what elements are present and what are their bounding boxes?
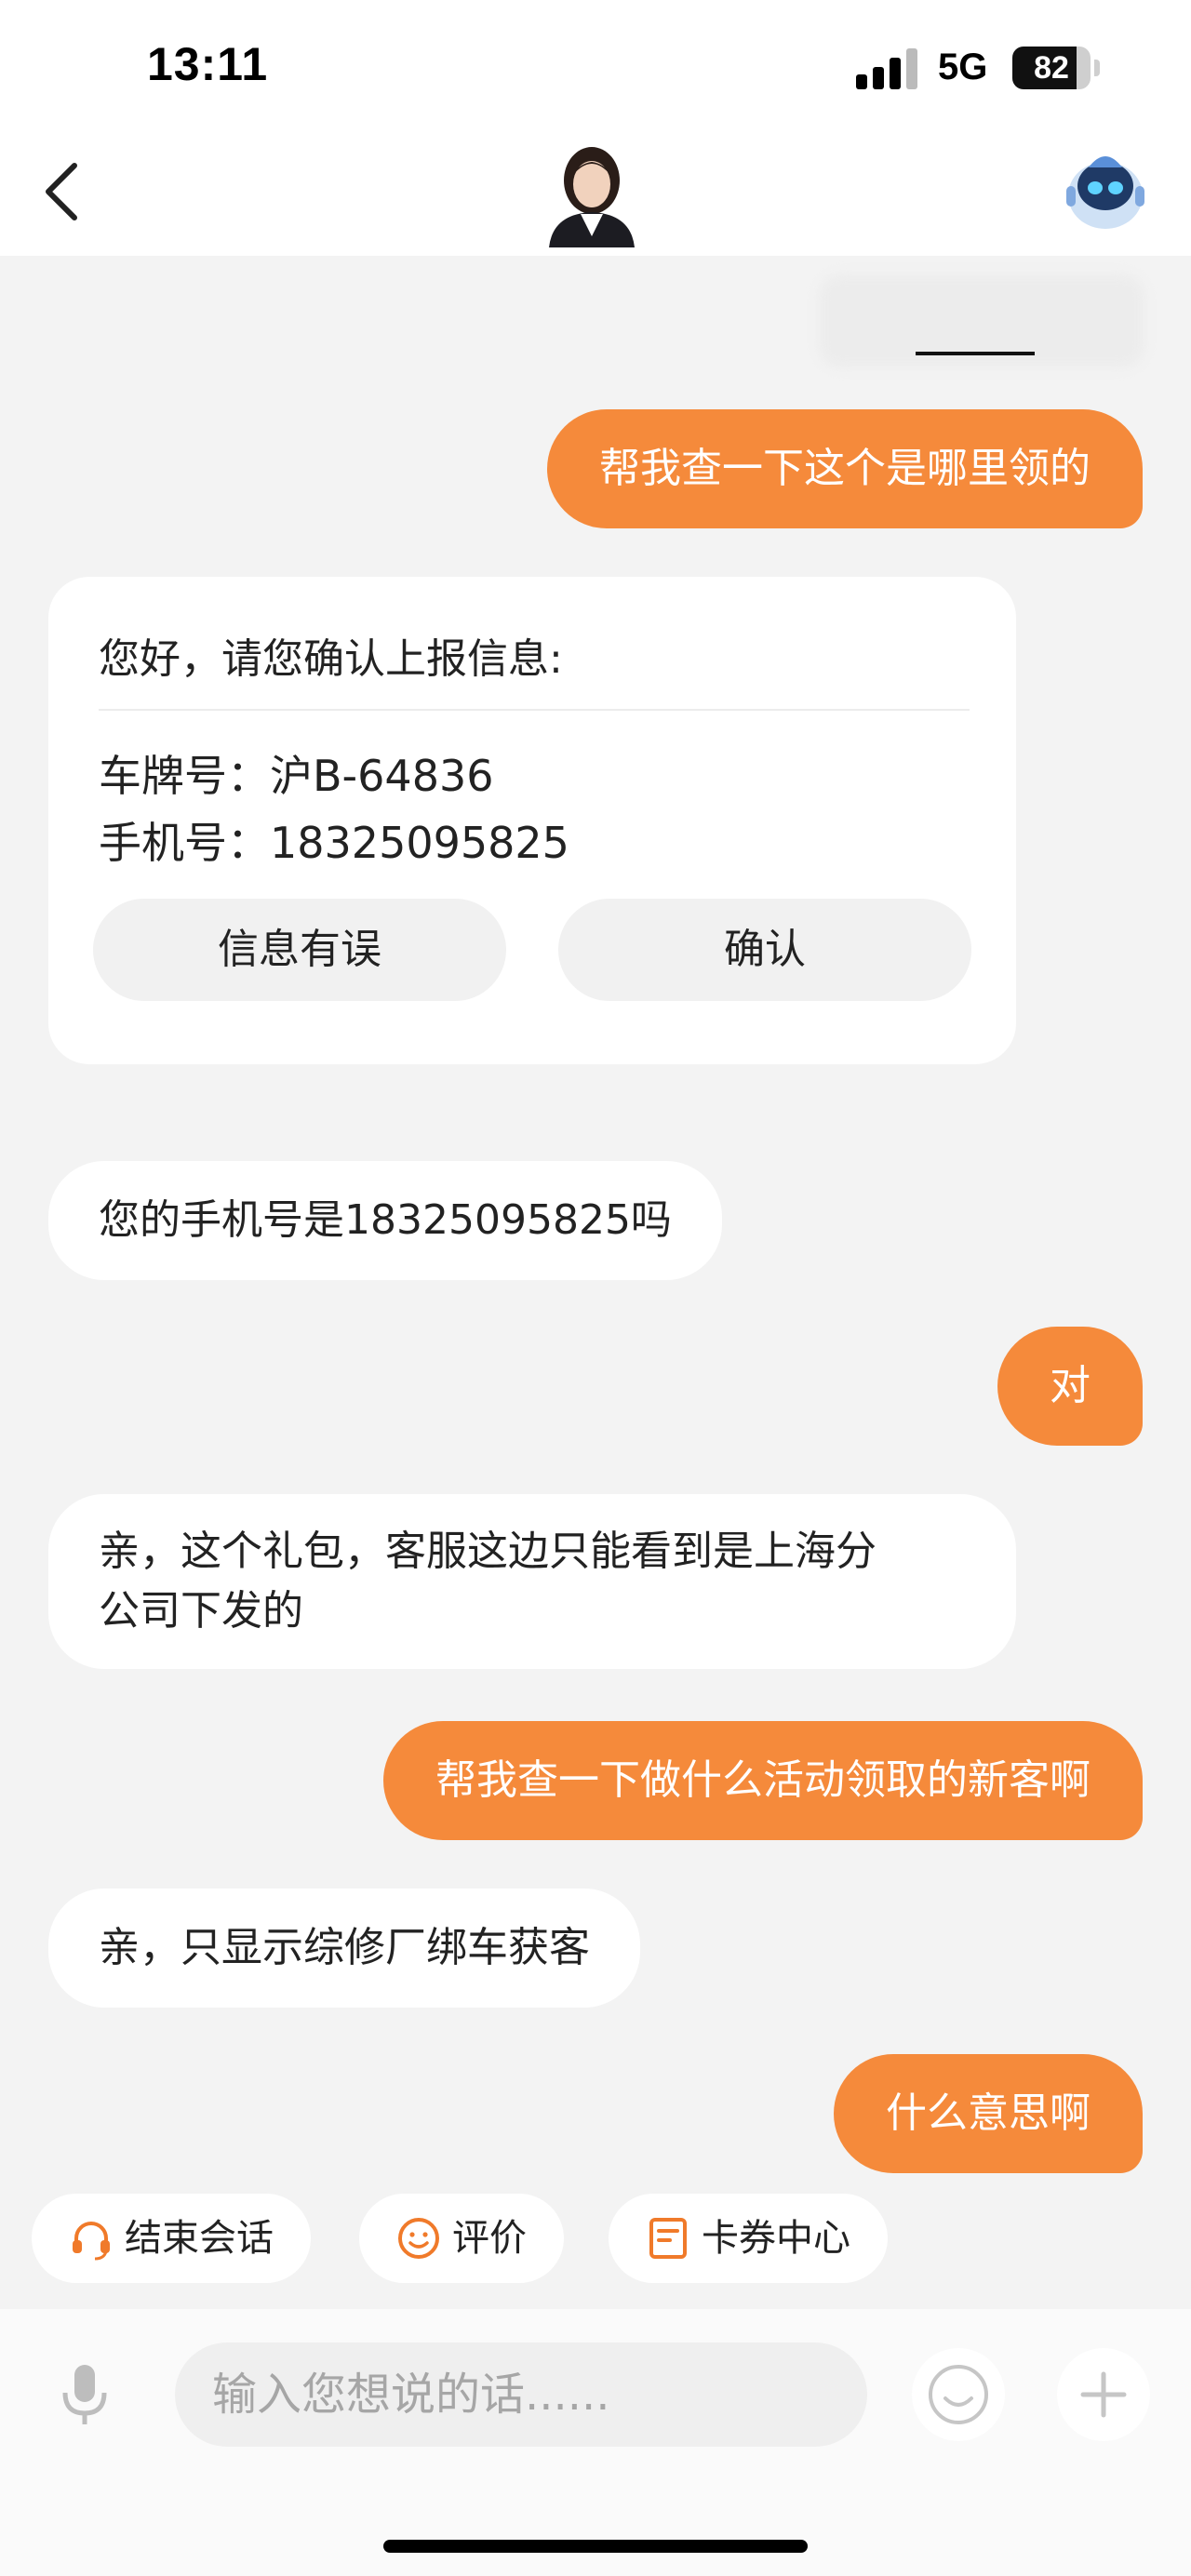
home-indicator	[383, 2540, 808, 2553]
rate-chip[interactable]: 评价	[359, 2194, 564, 2283]
emoji-icon	[929, 2365, 988, 2424]
battery-icon: 82	[1012, 47, 1091, 89]
smiley-icon	[398, 2218, 439, 2259]
more-button[interactable]	[1057, 2348, 1150, 2441]
confirm-info-card: 您好，请您确认上报信息: 车牌号：沪B-64836 手机号：1832509582…	[48, 577, 1016, 1064]
message-text: 对	[1050, 1362, 1091, 1409]
headset-icon	[73, 2222, 110, 2261]
card-divider	[99, 709, 970, 711]
message-text: 帮我查一下做什么活动领取的新客啊	[435, 1756, 1091, 1804]
message-input[interactable]	[175, 2342, 867, 2447]
status-time: 13:11	[147, 38, 269, 90]
battery-level: 82	[1034, 50, 1069, 86]
user-message-4: 什么意思啊	[834, 2054, 1143, 2173]
preview-divider	[916, 352, 1035, 355]
message-text: 您的手机号是18325095825吗	[99, 1196, 672, 1244]
chip-label: 卡券中心	[702, 2217, 850, 2260]
coupon-doc-icon	[649, 2218, 687, 2259]
chip-label: 评价	[452, 2217, 527, 2260]
voice-button[interactable]	[45, 2354, 125, 2434]
signal-icon	[856, 48, 919, 89]
message-text-line1: 亲，这个礼包，客服这边只能看到是上海分	[99, 1528, 877, 1575]
card-title: 您好，请您确认上报信息:	[99, 635, 563, 683]
bot-message-giftpack: 亲，这个礼包，客服这边只能看到是上海分 公司下发的	[48, 1494, 1016, 1669]
microphone-icon	[62, 2365, 107, 2424]
coupon-center-chip[interactable]: 卡券中心	[609, 2194, 888, 2283]
message-text-line2: 公司下发的	[99, 1587, 303, 1635]
robot-icon[interactable]	[1061, 149, 1150, 234]
emoji-button[interactable]	[912, 2348, 1005, 2441]
chip-label: 结束会话	[125, 2217, 274, 2260]
bot-message-phone: 您的手机号是18325095825吗	[48, 1161, 722, 1280]
user-message-2: 对	[997, 1327, 1143, 1446]
user-message-3: 帮我查一下做什么活动领取的新客啊	[383, 1721, 1143, 1840]
chevron-left-icon	[46, 163, 77, 220]
network-type: 5G	[938, 47, 988, 87]
battery-tip	[1094, 60, 1100, 76]
message-text: 帮我查一下这个是哪里领的	[599, 445, 1091, 492]
info-wrong-button[interactable]: 信息有误	[93, 899, 506, 1001]
back-button[interactable]	[37, 154, 93, 229]
phone-number: 手机号：18325095825	[99, 818, 569, 868]
message-text: 亲，只显示综修厂绑车获客	[99, 1924, 590, 1971]
message-text: 什么意思啊	[886, 2089, 1091, 2137]
status-bar: 13:11 5G 82	[0, 0, 1191, 144]
plate-number: 车牌号：沪B-64836	[99, 751, 494, 801]
end-chat-chip[interactable]: 结束会话	[32, 2194, 311, 2283]
agent-avatar[interactable]	[543, 140, 640, 247]
plus-icon	[1080, 2371, 1127, 2418]
confirm-button[interactable]: 确认	[558, 899, 971, 1001]
user-message-1: 帮我查一下这个是哪里领的	[547, 409, 1143, 528]
bot-message-workshop: 亲，只显示综修厂绑车获客	[48, 1889, 640, 2008]
